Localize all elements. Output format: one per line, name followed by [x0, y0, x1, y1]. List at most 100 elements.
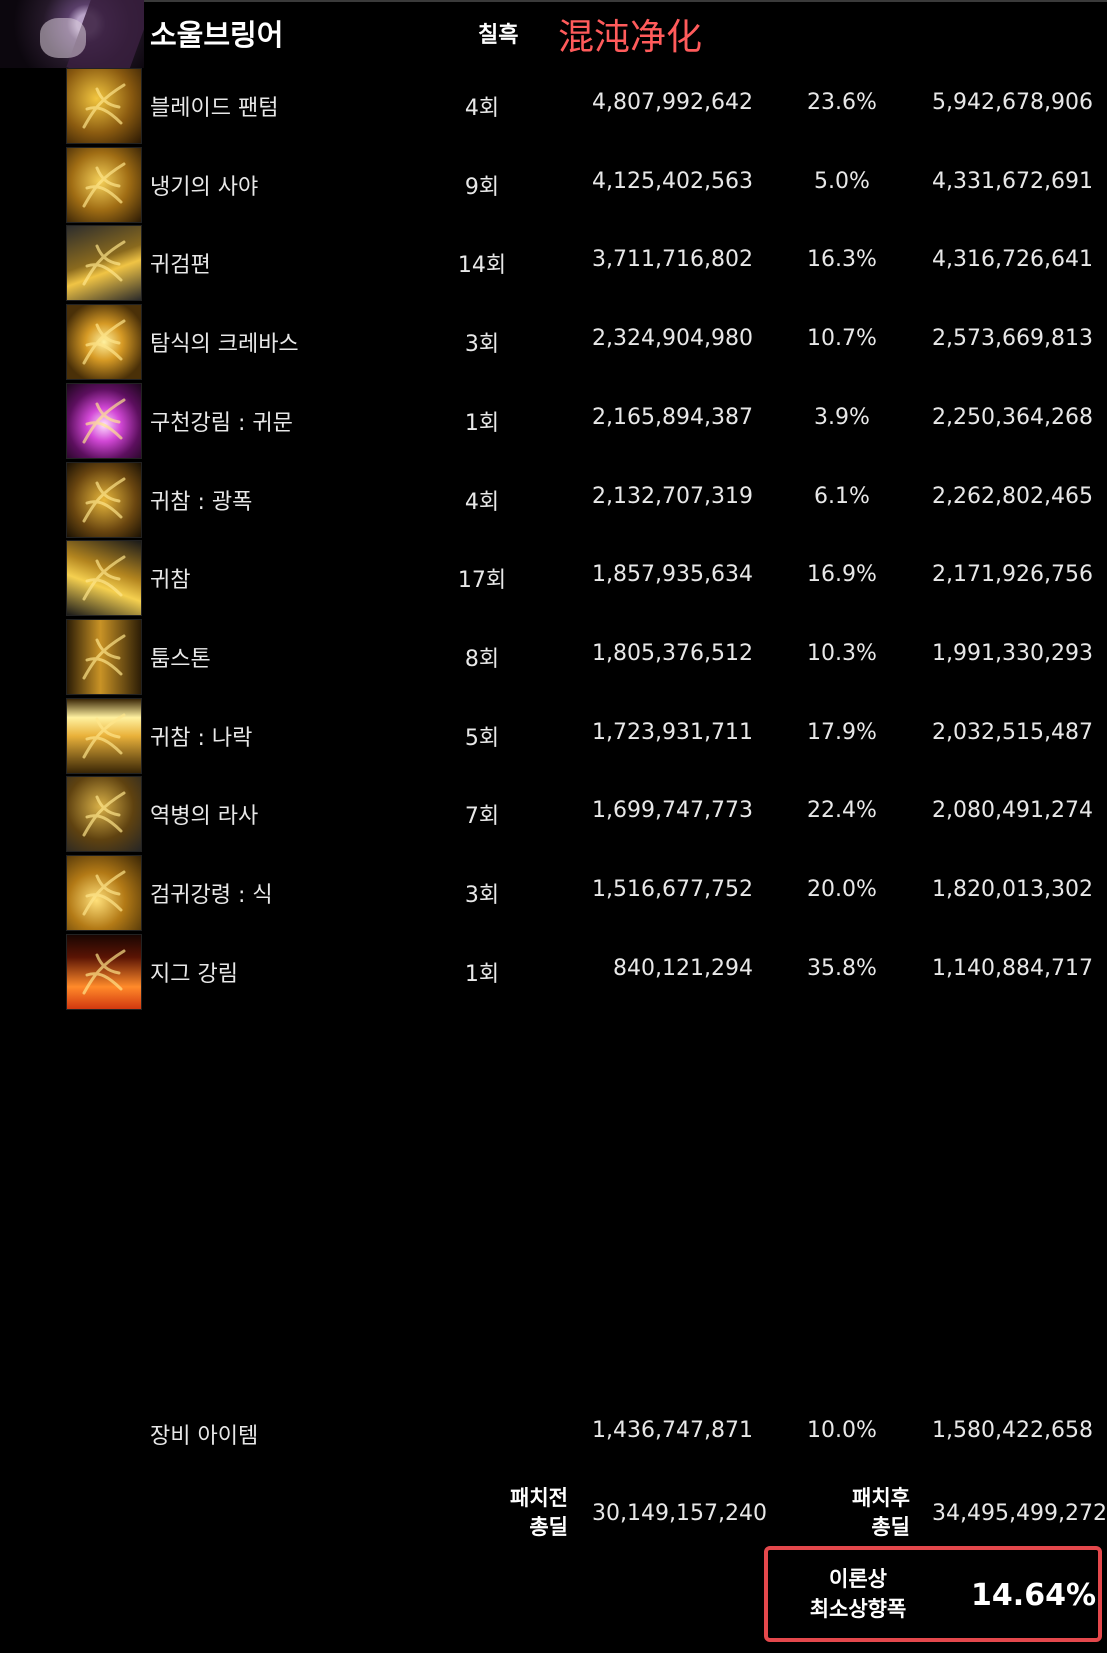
skill-name: 블레이드 팬텀 — [150, 96, 279, 121]
equipment-damage-before: 1,436,747,871 — [592, 1418, 753, 1443]
total-before-label-line1: 패치전 — [510, 1486, 568, 1510]
skill-increase-percent: 3.9% — [814, 404, 870, 430]
skill-hit-count: 17회 — [457, 568, 507, 594]
skill-damage-before: 1,723,931,711 — [592, 719, 753, 745]
skill-name: 검귀강령 : 식 — [150, 883, 273, 908]
skill-row: 귀참 : 광폭 4회 2,132,707,319 6.1% 2,262,802,465 — [0, 461, 1107, 540]
skill-row: 귀참 17회 1,857,935,634 16.9% 2,171,926,756 — [0, 540, 1107, 618]
equipment-damage-after: 1,580,422,658 — [932, 1418, 1093, 1443]
saya-icon — [66, 146, 142, 223]
skill-name: 귀참 — [150, 568, 191, 594]
skill-hit-count: 3회 — [464, 332, 500, 358]
skill-increase-percent: 6.1% — [814, 483, 870, 509]
ghost-slash-icon — [66, 540, 142, 617]
abyss-slash-icon — [66, 697, 142, 774]
sword-spirit-icon — [66, 855, 142, 931]
min-increase-value: 14.64% — [971, 1578, 1096, 1613]
skill-hit-count: 3회 — [464, 883, 500, 908]
skill-damage-before: 1,857,935,634 — [592, 562, 753, 588]
portrait-face — [40, 18, 86, 58]
skill-damage-before: 1,699,747,773 — [592, 798, 753, 824]
blade-phantom-icon — [66, 68, 142, 144]
total-after-value: 34,495,499,272 — [932, 1501, 1107, 1526]
skill-increase-percent: 23.6% — [807, 90, 877, 115]
zig-icon — [66, 933, 142, 1010]
total-after-label-line2: 총딜 — [871, 1515, 910, 1539]
gwimun-icon-glyph — [82, 398, 126, 444]
tombstone-icon — [66, 618, 142, 695]
skill-damage-after: 2,250,364,268 — [932, 404, 1093, 430]
overlay-watermark-text: 混沌净化 — [558, 17, 703, 58]
gwimun-icon — [66, 382, 142, 459]
skill-row: 지그 강림 1회 840,121,294 35.8% 1,140,884,717 — [0, 933, 1107, 1012]
skill-hit-count: 4회 — [464, 489, 500, 515]
crevasse-icon — [66, 304, 142, 381]
equipment-label: 장비 아이템 — [150, 1424, 259, 1449]
min-increase-label-line2: 최소상향폭 — [809, 1597, 907, 1621]
skill-name: 귀검편 — [150, 253, 211, 279]
skill-row: 탐식의 크레바스 3회 2,324,904,980 10.7% 2,573,669,81… — [0, 304, 1107, 382]
skill-increase-percent: 10.3% — [807, 640, 877, 666]
ghost-sword-icon-glyph — [82, 240, 126, 286]
skill-row: 냉기의 사야 9회 4,125,402,563 5.0% 4,331,672,691 — [0, 146, 1107, 225]
skill-row: 블레이드 팬텀 4회 4,807,992,642 23.6% 5,942,678,906 — [0, 68, 1107, 146]
skill-damage-after: 2,262,802,465 — [932, 483, 1093, 509]
skill-name: 탐식의 크레바스 — [150, 332, 299, 358]
skill-damage-after: 4,331,672,691 — [932, 168, 1093, 194]
skill-hit-count: 1회 — [464, 410, 500, 436]
skill-hit-count: 9회 — [464, 174, 500, 200]
skill-damage-before: 4,125,402,563 — [592, 168, 753, 194]
skill-damage-before: 4,807,992,642 — [592, 90, 753, 115]
rasa-icon — [66, 776, 142, 853]
skill-increase-percent: 35.8% — [807, 955, 877, 981]
skill-damage-after: 2,573,669,813 — [932, 326, 1093, 352]
skill-row: 툼스톤 8회 1,805,376,512 10.3% 1,991,330,293 — [0, 618, 1107, 697]
skill-damage-before: 1,516,677,752 — [592, 877, 753, 902]
skill-row: 역병의 라사 7회 1,699,747,773 22.4% 2,080,491,274 — [0, 776, 1107, 854]
top-border — [0, 0, 1107, 2]
skill-damage-after: 1,140,884,717 — [932, 955, 1093, 981]
min-increase-highlight-box: 이론상 최소상향폭 14.64% — [764, 1546, 1102, 1642]
skill-damage-before: 1,805,376,512 — [592, 640, 753, 666]
ghost-slash-icon-glyph — [82, 555, 126, 601]
min-increase-label: 이론상 최소상향폭 — [788, 1564, 928, 1624]
skill-increase-percent: 22.4% — [807, 798, 877, 824]
crevasse-icon-glyph — [82, 319, 126, 365]
skill-damage-after: 2,032,515,487 — [932, 719, 1093, 745]
skill-damage-before: 3,711,716,802 — [592, 247, 753, 273]
skill-damage-after: 1,820,013,302 — [932, 877, 1093, 902]
skill-name: 귀참 : 광폭 — [150, 489, 253, 515]
skill-increase-percent: 5.0% — [814, 168, 870, 194]
skill-name: 귀참 : 나락 — [150, 725, 253, 751]
zig-icon-glyph — [82, 949, 126, 995]
skill-damage-before: 2,165,894,387 — [592, 404, 753, 430]
rasa-icon-glyph — [82, 791, 126, 837]
total-before-label-line2: 총딜 — [529, 1515, 568, 1539]
skill-hit-count: 14회 — [457, 253, 507, 279]
total-after-label: 패치후 총딜 — [822, 1484, 910, 1542]
skill-increase-percent: 16.3% — [807, 247, 877, 273]
skill-name: 역병의 라사 — [150, 804, 259, 830]
skill-row: 구천강림 : 귀문 1회 2,165,894,387 3.9% 2,250,364,26… — [0, 382, 1107, 461]
character-class-title: 소울브링어 — [150, 18, 284, 52]
skill-damage-after: 1,991,330,293 — [932, 640, 1093, 666]
equipment-row: 장비 아이템 1,436,747,871 10.0% 1,580,422,658 — [0, 1418, 1107, 1458]
skill-name: 구천강림 : 귀문 — [150, 410, 293, 436]
ghost-sword-icon — [66, 225, 142, 302]
skill-increase-percent: 20.0% — [807, 877, 877, 902]
saya-icon-glyph — [82, 162, 126, 208]
skill-damage-after: 2,080,491,274 — [932, 798, 1093, 824]
rage-slash-icon-glyph — [82, 477, 126, 522]
skill-increase-percent: 16.9% — [807, 562, 877, 588]
skill-row: 귀검편 14회 3,711,716,802 16.3% 4,316,726,641 — [0, 225, 1107, 303]
tombstone-icon-glyph — [82, 634, 126, 680]
skill-hit-count: 1회 — [464, 961, 500, 987]
skill-damage-after: 5,942,678,906 — [932, 90, 1093, 115]
skill-damage-before: 2,132,707,319 — [592, 483, 753, 509]
blade-phantom-icon-glyph — [82, 83, 126, 129]
sword-spirit-icon-glyph — [82, 870, 126, 916]
skill-damage-before: 2,324,904,980 — [592, 326, 753, 352]
skill-increase-percent: 10.7% — [807, 326, 877, 352]
skill-row: 귀참 : 나락 5회 1,723,931,711 17.9% 2,032,515,487 — [0, 697, 1107, 776]
skill-name: 툼스톤 — [150, 646, 211, 672]
